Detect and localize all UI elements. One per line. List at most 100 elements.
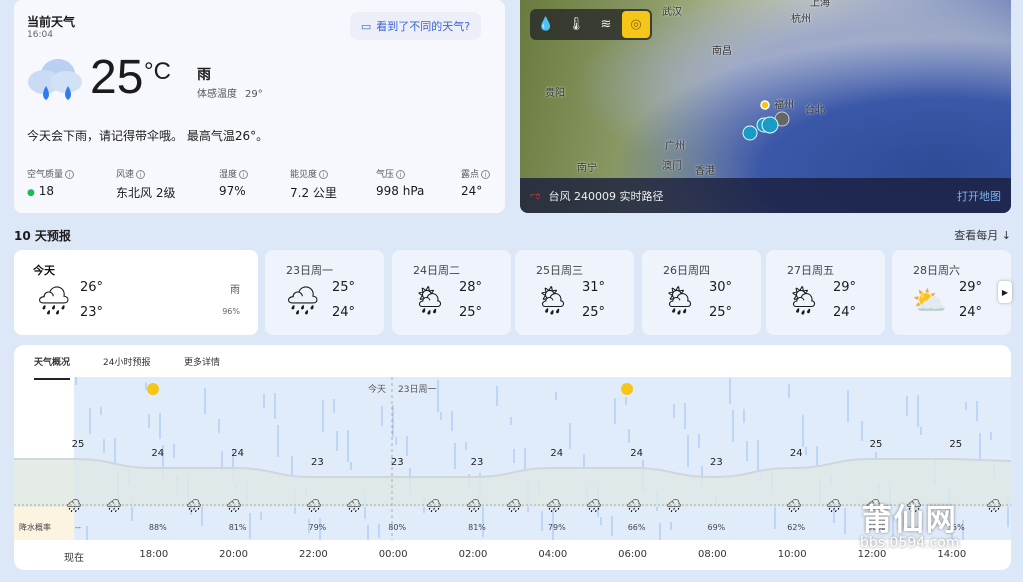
day-high: 26° — [80, 280, 104, 295]
temp-label: 23 — [471, 457, 484, 468]
night-rain-icon: 🌧 — [466, 499, 483, 514]
day-card[interactable]: 28日周六 ⛅ 29° 24° — [892, 250, 1011, 335]
typhoon-label[interactable]: 台风 240009 实时路径 — [549, 188, 664, 204]
map-layer-toolbar: 💧 🌡 ≋ ◎ — [530, 9, 652, 40]
info-icon[interactable]: i — [65, 170, 75, 179]
day-date: 今天 — [33, 264, 55, 277]
day-date: 28日周六 — [913, 264, 960, 277]
view-monthly-link[interactable]: 查看每月 ↓ — [954, 227, 1011, 243]
rain-icon: 🌧 — [506, 499, 523, 514]
day-card[interactable]: 24日周二 🌦 28° 25° — [392, 250, 511, 335]
partly-cloudy-rain-icon: 🌦 — [535, 284, 571, 317]
day-card[interactable]: 27日周五 🌦 29° 24° — [766, 250, 885, 335]
day-date: 25日周三 — [536, 264, 583, 277]
stat-value: ● 18 — [27, 184, 54, 198]
info-icon[interactable]: i — [239, 170, 249, 179]
next-days-button[interactable]: ▶ — [998, 281, 1012, 303]
rain-icon: 🌧 — [586, 499, 603, 514]
feels-like: 体感温度 29° — [197, 85, 263, 100]
weather-map[interactable]: 武汉 杭州 南昌 贵阳 福州 台北 广州 南宁 澳门 香港 上海 💧 🌡 ≋ ◎ ಌ 台风 2400… — [520, 0, 1011, 213]
time-label: 10:00 — [777, 549, 807, 560]
day-card[interactable]: 23日周一 🌧 25° 24° — [265, 250, 384, 335]
day-low: 24° — [833, 305, 857, 320]
stat-item: 能见度 i 7.2 公里 — [290, 167, 337, 201]
day-low: 24° — [959, 305, 983, 320]
stat-item: 露点 i 24° — [461, 167, 491, 198]
temp-label: 23 — [311, 457, 324, 468]
time-label: 现在 — [64, 553, 84, 564]
partly-cloudy-icon: ⛅ — [912, 284, 947, 317]
day-date: 24日周二 — [413, 264, 460, 277]
time-label: 20:00 — [219, 549, 249, 560]
temperature-icon[interactable]: 🌡 — [562, 11, 590, 38]
open-map-link[interactable]: 打开地图 — [957, 188, 1001, 204]
rain-icon: 🌧 — [106, 499, 123, 514]
temp-label: 23 — [391, 457, 404, 468]
stat-value: 7.2 公里 — [290, 186, 337, 200]
time-label: 02:00 — [458, 549, 488, 560]
current-temperature: 25 — [90, 51, 144, 104]
partly-cloudy-rain-icon: 🌦 — [412, 284, 448, 317]
day-card[interactable]: 25日周三 🌦 31° 25° — [515, 250, 634, 335]
stat-item: 气压 i 998 hPa — [376, 167, 424, 198]
rain-icon: 🌧 — [186, 499, 203, 514]
tab-24h[interactable]: 24小时预报 — [103, 355, 150, 368]
feedback-button[interactable]: ▭ 看到了不同的天气? — [350, 12, 481, 40]
rain-icon: 🌧 — [346, 499, 363, 514]
day-date: 27日周五 — [787, 264, 834, 277]
typhoon-icon: ಌ — [530, 188, 541, 202]
info-icon[interactable]: i — [136, 170, 146, 179]
time-label: 06:00 — [618, 549, 648, 560]
temp-label: 24 — [231, 448, 244, 459]
info-icon[interactable]: i — [319, 170, 329, 179]
rain-icon: 🌧 — [285, 284, 321, 317]
precip-value: 80% — [388, 523, 406, 532]
temp-label: 23 — [710, 457, 723, 468]
temp-label: 25 — [72, 439, 85, 450]
chat-icon: ▭ — [360, 19, 372, 33]
day-card[interactable]: 今天 🌧 26° 23° 雨 96% — [14, 250, 258, 335]
info-icon[interactable]: i — [396, 170, 406, 179]
typhoon-icon[interactable]: ◎ — [622, 11, 650, 38]
day-condition: 雨 — [230, 285, 240, 296]
day-card[interactable]: 26日周四 🌦 30° 25° — [642, 250, 761, 335]
stat-item: 湿度 i 97% — [219, 167, 249, 198]
temp-label: 24 — [550, 448, 563, 459]
info-icon[interactable]: i — [481, 170, 491, 179]
stat-value: 东北风 2级 — [116, 186, 176, 200]
rain-icon: 🌧 — [306, 499, 323, 514]
precipitation-icon[interactable]: 💧 — [532, 11, 560, 38]
feels-like-label: 体感温度 — [197, 89, 237, 100]
day-precip: 96% — [222, 307, 240, 316]
current-weather-card: 当前天气 16:04 ▭ 看到了不同的天气? 25 °C 雨 体感温度 29° 今天… — [14, 0, 505, 213]
day-high: 31° — [582, 280, 606, 295]
temp-label: 25 — [870, 439, 883, 450]
day-low: 25° — [459, 305, 483, 320]
stat-label: 露点 i — [461, 167, 491, 180]
typhoon-bar: ಌ 台风 240009 实时路径 打开地图 — [520, 178, 1011, 213]
day-low: 25° — [582, 305, 606, 320]
day-high: 29° — [833, 280, 857, 295]
precip-value: 79% — [548, 523, 566, 532]
stat-label: 气压 i — [376, 167, 424, 180]
time-label: 00:00 — [378, 549, 408, 560]
temp-label: 24 — [790, 448, 803, 459]
day-high: 28° — [459, 280, 483, 295]
watermark: 莆仙网 bbs.0594.com — [860, 503, 960, 551]
precip-value: 88% — [149, 523, 167, 532]
day-low: 23° — [80, 305, 104, 320]
weather-summary: 今天会下雨，请记得带伞哦。 最高气温26°。 — [27, 129, 269, 143]
wind-icon[interactable]: ≋ — [592, 11, 620, 38]
day-low: 25° — [709, 305, 733, 320]
precip-value: 81% — [229, 523, 247, 532]
stat-item: 风速 i 东北风 2级 — [116, 167, 175, 201]
feedback-label: 看到了不同的天气? — [376, 20, 471, 33]
stat-label: 能见度 i — [290, 167, 337, 180]
rain-cloud-icon — [28, 59, 82, 100]
time-label: 08:00 — [697, 549, 727, 560]
rain-icon: 🌧 — [66, 499, 83, 514]
tab-details[interactable]: 更多详情 — [184, 355, 220, 368]
precip-label: 降水概率 — [19, 522, 51, 532]
partly-cloudy-rain-icon: 🌦 — [662, 284, 698, 317]
day-low: 24° — [332, 305, 356, 320]
